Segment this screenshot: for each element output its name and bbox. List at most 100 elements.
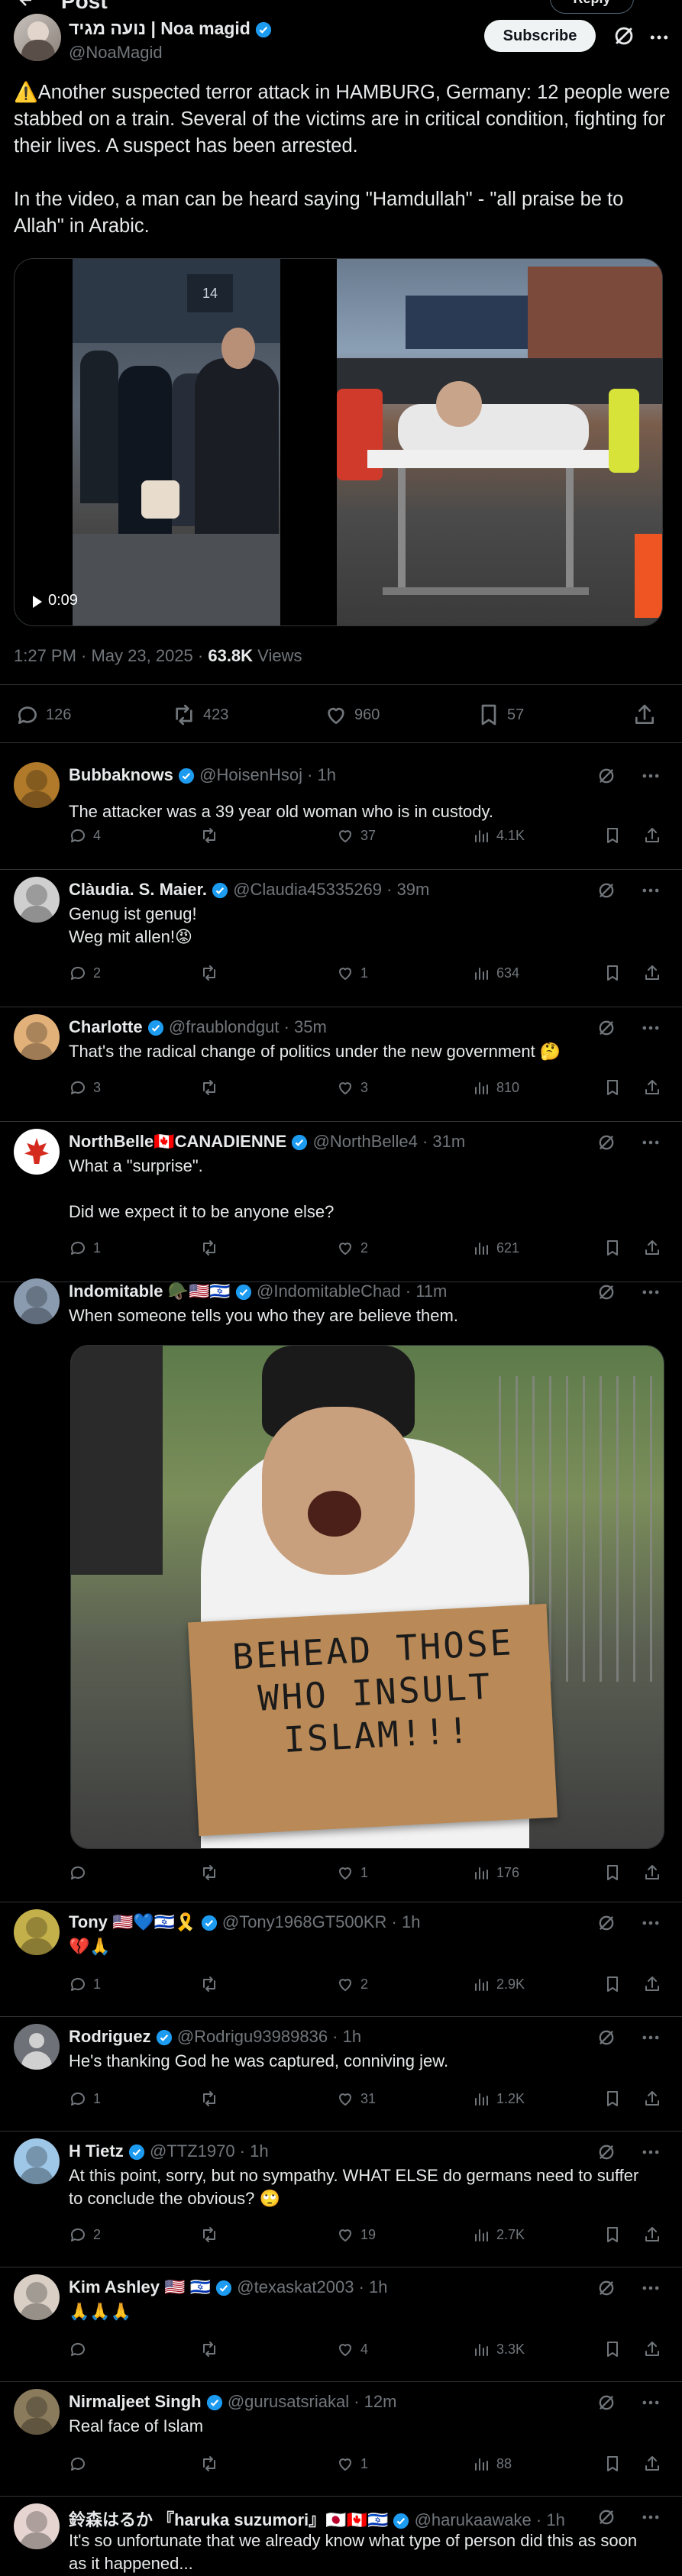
reply-action[interactable]: 3 (69, 1078, 101, 1097)
reply-action[interactable]: 4 (69, 826, 101, 845)
bookmark-action[interactable] (603, 1239, 622, 1257)
like-action[interactable]: 19 (336, 2225, 376, 2244)
reply-author-handle[interactable]: @HoisenHsoj · 1h (199, 765, 336, 784)
share-action[interactable] (643, 2090, 661, 2108)
reply-author-handle[interactable]: @Claudia45335269 · 39m (233, 880, 429, 899)
reply-author-name[interactable]: Kim Ashley 🇺🇸 🇮🇱 (69, 2277, 211, 2296)
reply-author-name[interactable]: Tony 🇺🇸💙🇮🇱🎗️ (69, 1912, 196, 1931)
like-action[interactable]: 1 (336, 2455, 368, 2473)
reply-author-handle[interactable]: @Rodrigu93989836 · 1h (177, 2027, 361, 2046)
bookmark-action[interactable] (603, 2090, 622, 2108)
like-action[interactable]: 2 (336, 1975, 368, 1993)
reply-author-name[interactable]: Rodriguez (69, 2027, 151, 2046)
reply-action[interactable] (69, 2455, 93, 2473)
like-action[interactable]: 3 (336, 1078, 368, 1097)
views-action[interactable]: 4.1K (472, 826, 525, 845)
reply-author-name[interactable]: Clàudia. S. Maier. (69, 880, 207, 899)
grok-icon[interactable] (596, 2027, 617, 2048)
post-author-handle[interactable]: @NoaMagid (69, 43, 163, 63)
bookmark-action[interactable] (603, 826, 622, 845)
avatar[interactable] (14, 14, 61, 61)
repost-action[interactable] (200, 2090, 225, 2108)
views-action[interactable]: 88 (472, 2455, 512, 2473)
repost-action[interactable]: 423 (171, 703, 228, 727)
share-action[interactable] (643, 1975, 661, 1993)
like-action[interactable]: 960 (324, 703, 380, 727)
bookmark-action[interactable] (603, 1975, 622, 1993)
reply-author-handle[interactable]: @NorthBelle4 · 31m (313, 1132, 466, 1151)
share-action[interactable] (643, 1863, 661, 1882)
avatar[interactable] (14, 1278, 60, 1324)
repost-action[interactable] (200, 2455, 225, 2473)
avatar[interactable] (14, 1014, 60, 1060)
grok-icon[interactable] (596, 1282, 617, 1303)
views-action[interactable]: 634 (472, 964, 519, 982)
grok-icon[interactable] (596, 2392, 617, 2413)
views-action[interactable]: 3.3K (472, 2340, 525, 2358)
more-options-icon[interactable] (640, 1282, 661, 1303)
reply-author-name[interactable]: Indomitable 🪖🇺🇸🇮🇱 (69, 1282, 231, 1301)
reply-action[interactable]: 1 (69, 1239, 101, 1257)
share-action[interactable] (643, 2340, 661, 2358)
grok-icon[interactable] (596, 880, 617, 901)
more-options-icon[interactable] (640, 1912, 661, 1934)
grok-icon[interactable] (596, 1132, 617, 1153)
more-options-icon[interactable] (640, 2141, 661, 2163)
reply-author-handle[interactable]: @IndomitableChad · 11m (257, 1282, 447, 1301)
share-action[interactable] (643, 2225, 661, 2244)
reply-author-handle[interactable]: @fraublondgut · 35m (169, 1017, 327, 1036)
views-action[interactable]: 2.7K (472, 2225, 525, 2244)
reply-action[interactable]: 1 (69, 2090, 101, 2108)
grok-icon[interactable] (596, 2141, 617, 2163)
reply-action[interactable] (69, 2340, 93, 2358)
grok-icon[interactable] (596, 2277, 617, 2299)
bookmark-action[interactable]: 57 (477, 703, 524, 727)
reply-action[interactable]: 2 (69, 2225, 101, 2244)
views-action[interactable]: 176 (472, 1863, 519, 1882)
repost-action[interactable] (200, 2340, 225, 2358)
more-options-icon[interactable] (640, 2277, 661, 2299)
post-timestamp[interactable]: 1:27 PM · May 23, 2025 · (14, 646, 208, 665)
repost-action[interactable] (200, 2225, 225, 2244)
repost-action[interactable] (200, 1239, 225, 1257)
avatar[interactable] (14, 2274, 60, 2320)
reply-action[interactable] (69, 1863, 93, 1882)
repost-action[interactable] (200, 826, 225, 845)
reply-author-name[interactable]: Nirmaljeet Singh (69, 2392, 202, 2411)
share-action[interactable] (643, 826, 661, 845)
grok-icon[interactable] (596, 2507, 617, 2528)
grok-icon[interactable] (611, 23, 637, 49)
views-action[interactable]: 810 (472, 1078, 519, 1097)
grok-icon[interactable] (596, 1912, 617, 1934)
reply-author-name[interactable]: Charlotte (69, 1017, 143, 1036)
share-action[interactable] (643, 1239, 661, 1257)
avatar[interactable] (14, 1909, 60, 1955)
more-options-icon[interactable] (640, 1132, 661, 1153)
like-action[interactable]: 4 (336, 2340, 368, 2358)
views-action[interactable]: 1.2K (472, 2090, 525, 2108)
post-author-name[interactable]: נועה מגיד | Noa magid (69, 18, 272, 39)
reply-author-handle[interactable]: @gurusatsriakal · 12m (228, 2392, 397, 2411)
share-action[interactable] (643, 964, 661, 982)
views-action[interactable]: 621 (472, 1239, 519, 1257)
reply-author-name[interactable]: H Tietz (69, 2141, 124, 2161)
reply-action[interactable]: 126 (15, 703, 71, 727)
reply-author-handle[interactable]: @Tony1968GT500KR · 1h (222, 1912, 421, 1931)
like-action[interactable]: 1 (336, 964, 368, 982)
avatar[interactable] (14, 2138, 60, 2184)
repost-action[interactable] (200, 1975, 225, 1993)
reply-image[interactable]: ‎ ‎ BEHEAD THOSE WHO INSULT ISLAM!!! (70, 1345, 664, 1849)
bookmark-action[interactable] (603, 2340, 622, 2358)
avatar[interactable] (14, 877, 60, 923)
share-action[interactable] (643, 1078, 661, 1097)
share-icon[interactable] (632, 703, 657, 727)
bookmark-action[interactable] (603, 1078, 622, 1097)
like-action[interactable]: 37 (336, 826, 376, 845)
reply-author-name[interactable]: Bubbaknows (69, 765, 173, 784)
reply-action[interactable]: 2 (69, 964, 101, 982)
more-options-icon[interactable] (640, 2507, 661, 2528)
avatar[interactable] (14, 762, 60, 808)
more-options-icon[interactable] (640, 2392, 661, 2413)
reply-author-handle[interactable]: @TTZ1970 · 1h (150, 2141, 269, 2161)
reply-author-name[interactable]: 鈴森はるか 『haruka suzumori』🇯🇵🇨🇦🇮🇱 (69, 2510, 388, 2529)
